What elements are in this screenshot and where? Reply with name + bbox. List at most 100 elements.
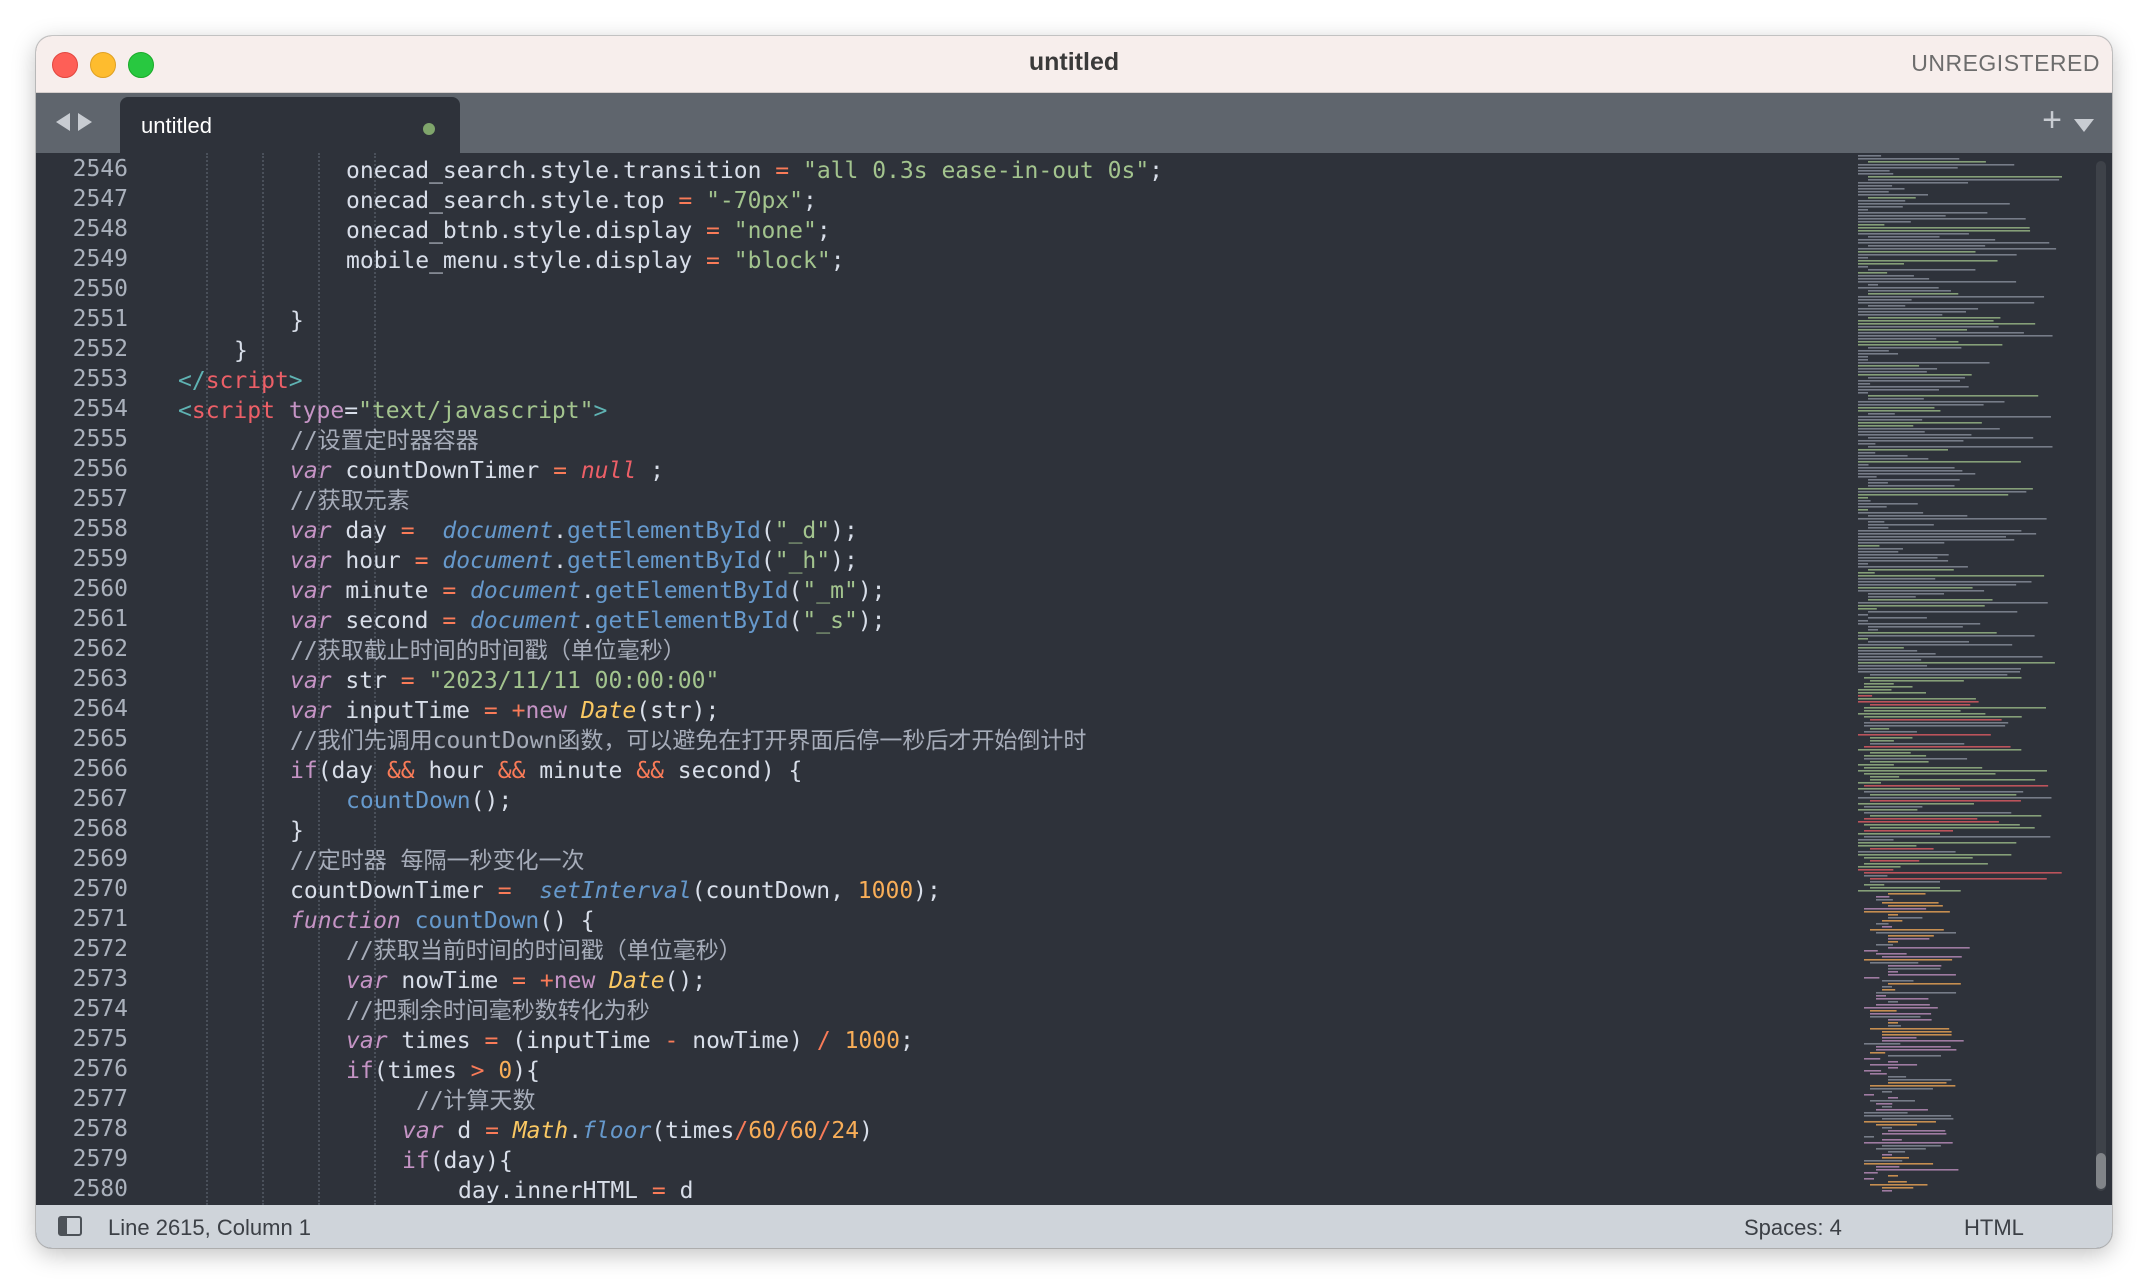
code-token: "-70px" — [706, 188, 803, 214]
new-tab-plus-icon[interactable]: + — [2042, 103, 2062, 137]
code-line[interactable]: var d = Math.floor(times/60/60/24) — [402, 1116, 873, 1146]
minimap-line — [1858, 272, 1888, 274]
code-line[interactable]: //定时器 每隔一秒变化一次 — [290, 846, 585, 876]
minimap-line — [1858, 635, 2035, 637]
tab-back-arrow-icon[interactable] — [56, 113, 70, 131]
code-line[interactable]: countDown(); — [346, 786, 512, 816]
minimap-line — [1868, 269, 1976, 271]
code-line[interactable]: function countDown() { — [290, 906, 595, 936]
minimap-line — [1858, 557, 1938, 559]
code-token: = — [706, 248, 720, 274]
minimap-line — [1858, 821, 1999, 823]
code-line[interactable]: //获取截止时间的时间戳（单位毫秒） — [290, 636, 686, 666]
code-line[interactable]: } — [234, 336, 248, 366]
code-line[interactable]: var second = document.getElementById("_s… — [290, 606, 886, 636]
minimap-line — [1858, 275, 1914, 277]
minimap-line — [1888, 968, 1941, 970]
minimap-line — [1888, 1025, 1901, 1027]
code-token: + — [539, 968, 554, 994]
minimap-line — [1864, 863, 1988, 865]
minimap-line — [1888, 1082, 1947, 1084]
code-line[interactable]: <script type="text/javascript"> — [178, 396, 607, 426]
minimap-line — [1858, 353, 1899, 355]
minimap-line — [1868, 245, 1986, 247]
status-bar: Line 2615, Column 1 Spaces: 4 HTML — [36, 1205, 2112, 1248]
code-line[interactable]: var str = "2023/11/11 00:00:00" — [290, 666, 719, 696]
minimap-line — [1858, 314, 1943, 316]
minimap[interactable] — [1854, 153, 2082, 1205]
sidebar-toggle-icon[interactable] — [58, 1216, 82, 1236]
code-line[interactable]: countDownTimer = setInterval(countDown, … — [290, 876, 941, 906]
syntax-mode[interactable]: HTML — [1964, 1215, 2024, 1241]
code-line[interactable]: onecad_search.style.transition = "all 0.… — [346, 156, 1163, 186]
minimap-line — [1870, 1100, 1915, 1102]
minimap-line — [1858, 332, 2024, 334]
code-line[interactable]: } — [290, 816, 304, 846]
code-line[interactable]: </script> — [178, 366, 303, 396]
minimap-line — [1864, 950, 1878, 952]
code-line[interactable]: if(day){ — [402, 1146, 513, 1176]
code-line[interactable]: var day = document.getElementById("_d"); — [290, 516, 858, 546]
code-token: getElementById — [594, 608, 789, 634]
scrollbar-thumb[interactable] — [2096, 1153, 2106, 1189]
code-line[interactable]: onecad_btnb.style.display = "none"; — [346, 216, 831, 246]
code-line[interactable]: var hour = document.getElementById("_h")… — [290, 546, 858, 576]
code-line[interactable]: //我们先调用countDown函数，可以避免在打开界面后停一秒后才开始倒计时 — [290, 726, 1086, 756]
scrollbar-track[interactable] — [2096, 161, 2106, 1191]
minimap-line — [1858, 356, 1868, 358]
cursor-position[interactable]: Line 2615, Column 1 — [108, 1215, 311, 1241]
minimap-line — [1868, 611, 2018, 613]
title-bar[interactable]: untitled UNREGISTERED — [36, 36, 2112, 93]
minimap-line — [1858, 809, 1918, 811]
code-line[interactable]: var countDownTimer = null ; — [290, 456, 664, 486]
code-line[interactable]: if(day && hour && minute && second) { — [290, 756, 802, 786]
code-line[interactable]: } — [290, 306, 304, 336]
minimap-line — [1858, 338, 1937, 340]
vertical-scrollbar[interactable] — [2096, 161, 2106, 1191]
code-line[interactable]: //获取元素 — [290, 486, 410, 516]
code-line[interactable]: var minute = document.getElementById("_m… — [290, 576, 886, 606]
indentation-setting[interactable]: Spaces: 4 — [1744, 1215, 1842, 1241]
code-token: getElementById — [594, 578, 789, 604]
unsaved-changes-dot-icon[interactable] — [423, 123, 435, 135]
code-token: ( — [788, 608, 803, 634]
code-line[interactable]: //计算天数 — [402, 1086, 536, 1116]
code-line[interactable]: mobile_menu.style.display = "block"; — [346, 246, 845, 276]
code-line[interactable]: onecad_search.style.top = "-70px"; — [346, 186, 817, 216]
minimap-line — [1858, 380, 1960, 382]
code-line[interactable]: var times = (inputTime - nowTime) / 1000… — [346, 1026, 914, 1056]
code-token: //计算天数 — [402, 1088, 536, 1114]
minimap-line — [1868, 197, 1916, 199]
minimap-line — [1870, 848, 1934, 850]
code-token: //获取元素 — [290, 488, 410, 514]
code-line[interactable]: //设置定时器容器 — [290, 426, 479, 456]
tab-untitled[interactable]: untitled — [120, 97, 460, 153]
code-token: > — [470, 1058, 485, 1084]
minimap-line — [1870, 1016, 1921, 1018]
code-line[interactable]: var inputTime = +new Date(str); — [290, 696, 719, 726]
minimap-line — [1868, 515, 1968, 517]
code-token: onecad_btnb.style.display — [346, 218, 707, 244]
code-line[interactable]: var nowTime = +new Date(); — [346, 966, 706, 996]
minimap-line — [1876, 932, 1957, 934]
code-token: 0 — [498, 1058, 513, 1084]
tab-label: untitled — [141, 113, 212, 138]
minimap-line — [1888, 914, 1898, 916]
code-line[interactable]: if(times > 0){ — [346, 1056, 540, 1086]
code-editor[interactable]: 2546 2547 2548 2549 2550 2551 2552 2553 2554 2555… — [36, 153, 2112, 1205]
tab-list-dropdown-icon[interactable] — [2074, 119, 2094, 132]
code-line[interactable]: day.innerHTML = d — [458, 1176, 693, 1205]
indent-guide — [262, 153, 264, 1205]
code-token: minute — [525, 758, 637, 784]
code-area[interactable]: onecad_search.style.transition = "all 0.… — [36, 153, 1836, 1205]
code-token: var — [290, 518, 332, 544]
code-token: = — [485, 1118, 499, 1144]
code-token: document — [470, 578, 581, 604]
code-line[interactable]: //获取当前时间的时间戳（单位毫秒） — [346, 936, 742, 966]
minimap-line — [1882, 1145, 1941, 1147]
code-line[interactable]: //把剩余时间毫秒数转化为秒 — [346, 996, 650, 1026]
minimap-line — [1870, 860, 1920, 862]
tab-forward-arrow-icon[interactable] — [78, 113, 92, 131]
